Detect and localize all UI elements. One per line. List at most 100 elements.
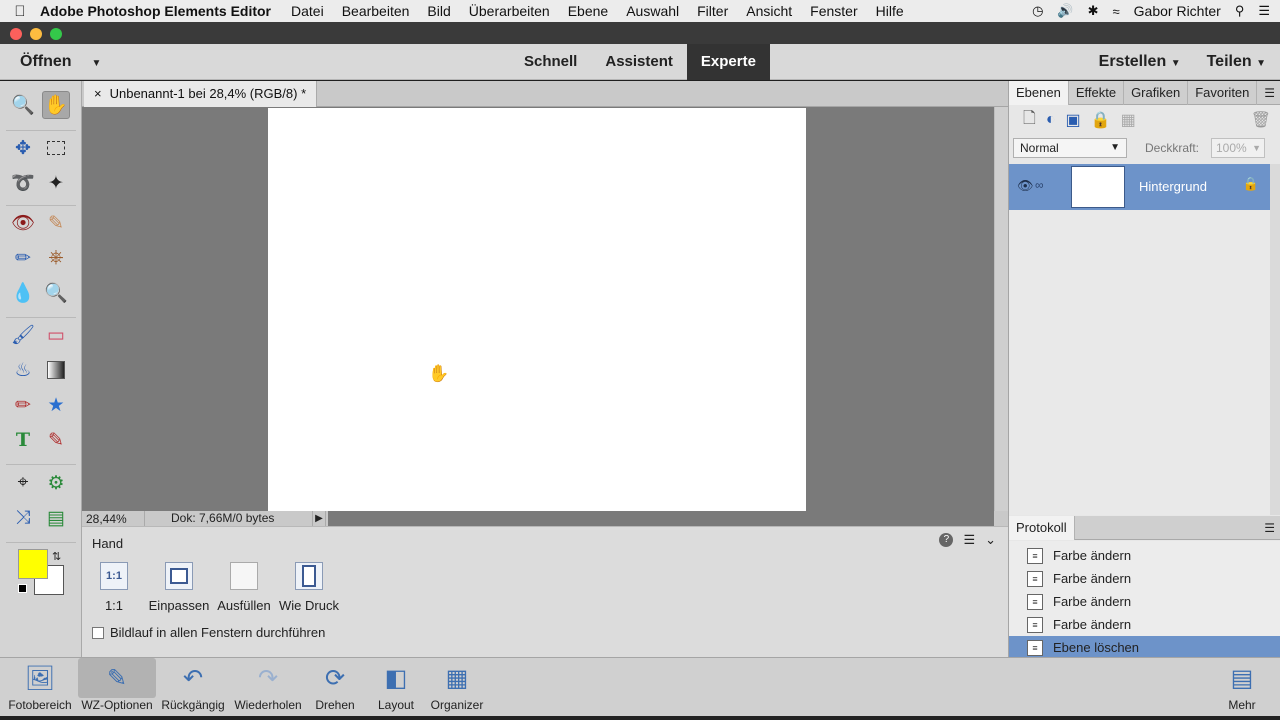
menu-ebene[interactable]: Ebene (568, 3, 608, 19)
history-item-selected[interactable]: ≡ Ebene löschen (1009, 636, 1280, 659)
custom-shape-icon[interactable]: ★ (42, 391, 70, 419)
document-tab[interactable]: × Unbenannt-1 bei 28,4% (RGB/8) * (84, 81, 318, 107)
pencil-tool-icon[interactable]: ✎ (42, 426, 70, 454)
status-menu-arrow-icon[interactable]: ▶ (312, 511, 326, 526)
zoom-level[interactable]: 28,44% (86, 512, 142, 526)
notification-center-icon[interactable]: ☰ (1258, 3, 1270, 19)
default-colors-icon[interactable] (18, 584, 27, 593)
organizer-button[interactable]: ▦ Organizer (426, 658, 488, 720)
more-button[interactable]: ▤ Mehr (1220, 658, 1264, 720)
tab-favoriten[interactable]: Favoriten (1188, 81, 1258, 105)
adjustment-layer-icon[interactable]: ◐ (1046, 111, 1056, 129)
menu-filter[interactable]: Filter (697, 3, 728, 19)
panel-menu-icon[interactable]: ☰ (1264, 81, 1275, 105)
swap-colors-icon[interactable]: ⇅ (52, 550, 61, 563)
text-tool-icon[interactable]: T (9, 426, 37, 454)
close-window-button[interactable] (10, 28, 22, 40)
lock-transparency-icon[interactable]: ▦ (1121, 110, 1136, 130)
canvas-area[interactable]: ✋ (82, 107, 994, 511)
spotlight-search-icon[interactable]: ⚲ (1235, 3, 1245, 19)
horizontal-scrollbar[interactable] (328, 511, 994, 526)
blend-mode-select[interactable]: Normal ▼ (1013, 138, 1127, 158)
opacity-field[interactable]: 100% ▼ (1211, 138, 1265, 158)
menu-ueberarbeiten[interactable]: Überarbeiten (469, 3, 550, 19)
spot-healing-icon[interactable]: ✎ (42, 209, 70, 237)
rotate-button[interactable]: ⟳ Drehen (310, 658, 360, 720)
history-item[interactable]: ≡ Farbe ändern (1009, 567, 1280, 590)
volume-icon[interactable]: 🔊 (1057, 3, 1073, 19)
undo-button[interactable]: ↶ Rückgängig (158, 658, 228, 720)
smart-brush-icon[interactable]: ✏ (9, 244, 37, 272)
close-tab-icon[interactable]: × (94, 86, 102, 101)
eyedropper-icon[interactable]: ✏ (9, 391, 37, 419)
straighten-tool-icon[interactable]: ▤ (42, 504, 70, 532)
move-tool-icon[interactable]: ✥ (9, 134, 37, 162)
menu-bild[interactable]: Bild (427, 3, 450, 19)
layer-lock-icon[interactable]: 🔒 (1243, 176, 1259, 192)
menu-bearbeiten[interactable]: Bearbeiten (342, 3, 410, 19)
time-machine-icon[interactable]: ◷ (1032, 3, 1043, 19)
photo-bin-button[interactable]: 🖼 Fotobereich (2, 658, 78, 720)
history-item[interactable]: ≡ Farbe ändern (1009, 590, 1280, 613)
content-move-icon[interactable]: ⤨ (9, 504, 37, 532)
lock-all-icon[interactable]: 🔒 (1091, 110, 1111, 130)
actual-pixels-button[interactable]: 1:1 1:1 (98, 562, 130, 613)
layout-button[interactable]: ◧ Layout (372, 658, 420, 720)
app-name-menu[interactable]: Adobe Photoshop Elements Editor (40, 3, 271, 19)
layers-scrollbar[interactable] (1270, 164, 1280, 515)
redo-button[interactable]: ↷ Wiederholen (230, 658, 306, 720)
marquee-tool-icon[interactable] (42, 134, 70, 162)
gradient-tool-icon[interactable] (42, 356, 70, 384)
zoom-tool-icon[interactable]: 🔍 (9, 91, 37, 119)
delete-layer-icon[interactable]: 🗑 (1251, 110, 1271, 130)
sponge-tool-icon[interactable]: 🔍 (42, 279, 70, 307)
brush-tool-icon[interactable]: 🖌 (9, 321, 37, 349)
tab-ebenen[interactable]: Ebenen (1009, 81, 1069, 105)
vertical-scrollbar[interactable] (994, 107, 1008, 511)
fit-screen-button[interactable]: Einpassen (148, 562, 210, 613)
mode-assistent[interactable]: Assistent (591, 44, 687, 80)
panel-menu-icon[interactable]: ☰ (963, 532, 975, 548)
mode-experte[interactable]: Experte (686, 44, 770, 80)
menu-auswahl[interactable]: Auswahl (626, 3, 679, 19)
layer-mask-icon[interactable]: ▣ (1066, 110, 1081, 130)
history-item[interactable]: ≡ Farbe ändern (1009, 613, 1280, 636)
collapse-chevron-icon[interactable]: ⌄ (985, 532, 996, 548)
hand-tool-icon[interactable]: ✋ (42, 91, 70, 119)
visibility-eye-icon[interactable]: 👁 (1017, 178, 1034, 194)
blur-tool-icon[interactable]: 💧 (9, 279, 37, 307)
red-eye-icon[interactable]: 👁 (9, 209, 37, 237)
menu-ansicht[interactable]: Ansicht (746, 3, 792, 19)
lasso-tool-icon[interactable]: ➰ (9, 169, 37, 197)
mode-schnell[interactable]: Schnell (510, 44, 591, 80)
scroll-all-windows-option[interactable]: Bildlauf in allen Fenstern durchführen (92, 625, 325, 640)
menu-fenster[interactable]: Fenster (810, 3, 857, 19)
tab-effekte[interactable]: Effekte (1069, 81, 1125, 105)
magic-wand-icon[interactable]: ✦ (42, 169, 70, 197)
crop-tool-icon[interactable]: ⌖ (9, 469, 37, 497)
link-icon[interactable]: ∞ (1035, 178, 1044, 192)
eraser-tool-icon[interactable]: ▭ (42, 321, 70, 349)
bluetooth-icon[interactable]: ✱ (1088, 3, 1099, 19)
layer-row-hintergrund[interactable]: 👁 ∞ Hintergrund 🔒 (1009, 164, 1271, 210)
create-button[interactable]: Erstellen ▼ (1099, 53, 1181, 71)
tool-options-button[interactable]: ✎ WZ-Optionen (78, 658, 156, 720)
tab-protokoll[interactable]: Protokoll (1009, 516, 1075, 540)
zoom-window-button[interactable] (50, 28, 62, 40)
history-item[interactable]: ≡ Farbe ändern (1009, 544, 1280, 567)
share-button[interactable]: Teilen ▼ (1207, 53, 1266, 71)
clone-stamp-icon[interactable]: ⎈ (42, 244, 70, 272)
menu-datei[interactable]: Datei (291, 3, 324, 19)
user-name[interactable]: Gabor Richter (1134, 3, 1221, 19)
tab-grafiken[interactable]: Grafiken (1124, 81, 1189, 105)
apple-icon[interactable]:  (0, 3, 40, 20)
document-canvas[interactable]: ✋ (268, 108, 806, 511)
open-button[interactable]: Öffnen ▼ (20, 53, 101, 71)
wifi-icon[interactable]: ≈ (1113, 4, 1120, 19)
fill-screen-button[interactable]: Ausfüllen (216, 562, 272, 613)
panel-menu-icon[interactable]: ☰ (1264, 516, 1275, 540)
scroll-all-windows-checkbox[interactable] (92, 626, 104, 639)
minimize-window-button[interactable] (30, 28, 42, 40)
paint-bucket-icon[interactable]: ♨ (9, 356, 37, 384)
print-size-button[interactable]: Wie Druck (278, 562, 340, 613)
